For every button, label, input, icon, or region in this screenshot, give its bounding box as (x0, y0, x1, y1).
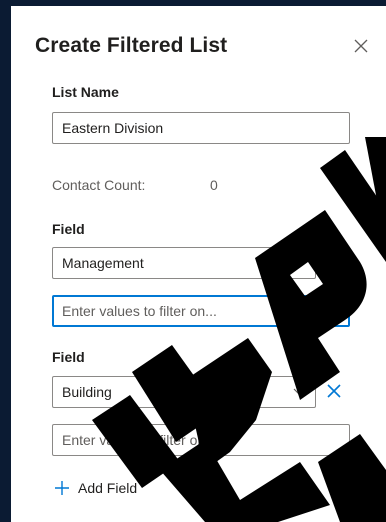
filter-values-input-2[interactable]: Enter values to filter on... (52, 424, 350, 456)
add-field-button[interactable]: Add Field (54, 480, 137, 496)
list-name-input[interactable]: Eastern Division (52, 112, 350, 144)
filter-values-placeholder-1: Enter values to filter on... (62, 303, 217, 319)
field-label-1: Field (52, 221, 85, 237)
remove-field-icon-1[interactable] (326, 255, 342, 271)
list-name-label: List Name (52, 84, 119, 100)
field-dropdown-1[interactable]: Management (52, 247, 316, 279)
remove-field-icon-2[interactable] (326, 383, 342, 399)
filter-values-placeholder-2: Enter values to filter on... (62, 432, 217, 448)
field-dropdown-2[interactable]: Building (52, 376, 316, 408)
chevron-down-icon (293, 259, 307, 267)
contact-count-value: 0 (210, 177, 218, 193)
dialog-title: Create Filtered List (35, 34, 228, 57)
field-dropdown-value-2: Building (62, 384, 112, 400)
list-name-value: Eastern Division (62, 120, 164, 136)
field-dropdown-value-1: Management (62, 255, 144, 271)
contact-count-label: Contact Count: (52, 177, 146, 193)
filter-values-input-1[interactable]: Enter values to filter on... (52, 295, 350, 327)
close-icon[interactable] (352, 37, 370, 55)
add-field-label: Add Field (78, 480, 138, 496)
create-filtered-list-panel: Create Filtered List List Name Eastern D… (11, 6, 386, 522)
field-label-2: Field (52, 349, 85, 365)
plus-icon (55, 481, 69, 495)
chevron-down-icon (293, 388, 307, 396)
